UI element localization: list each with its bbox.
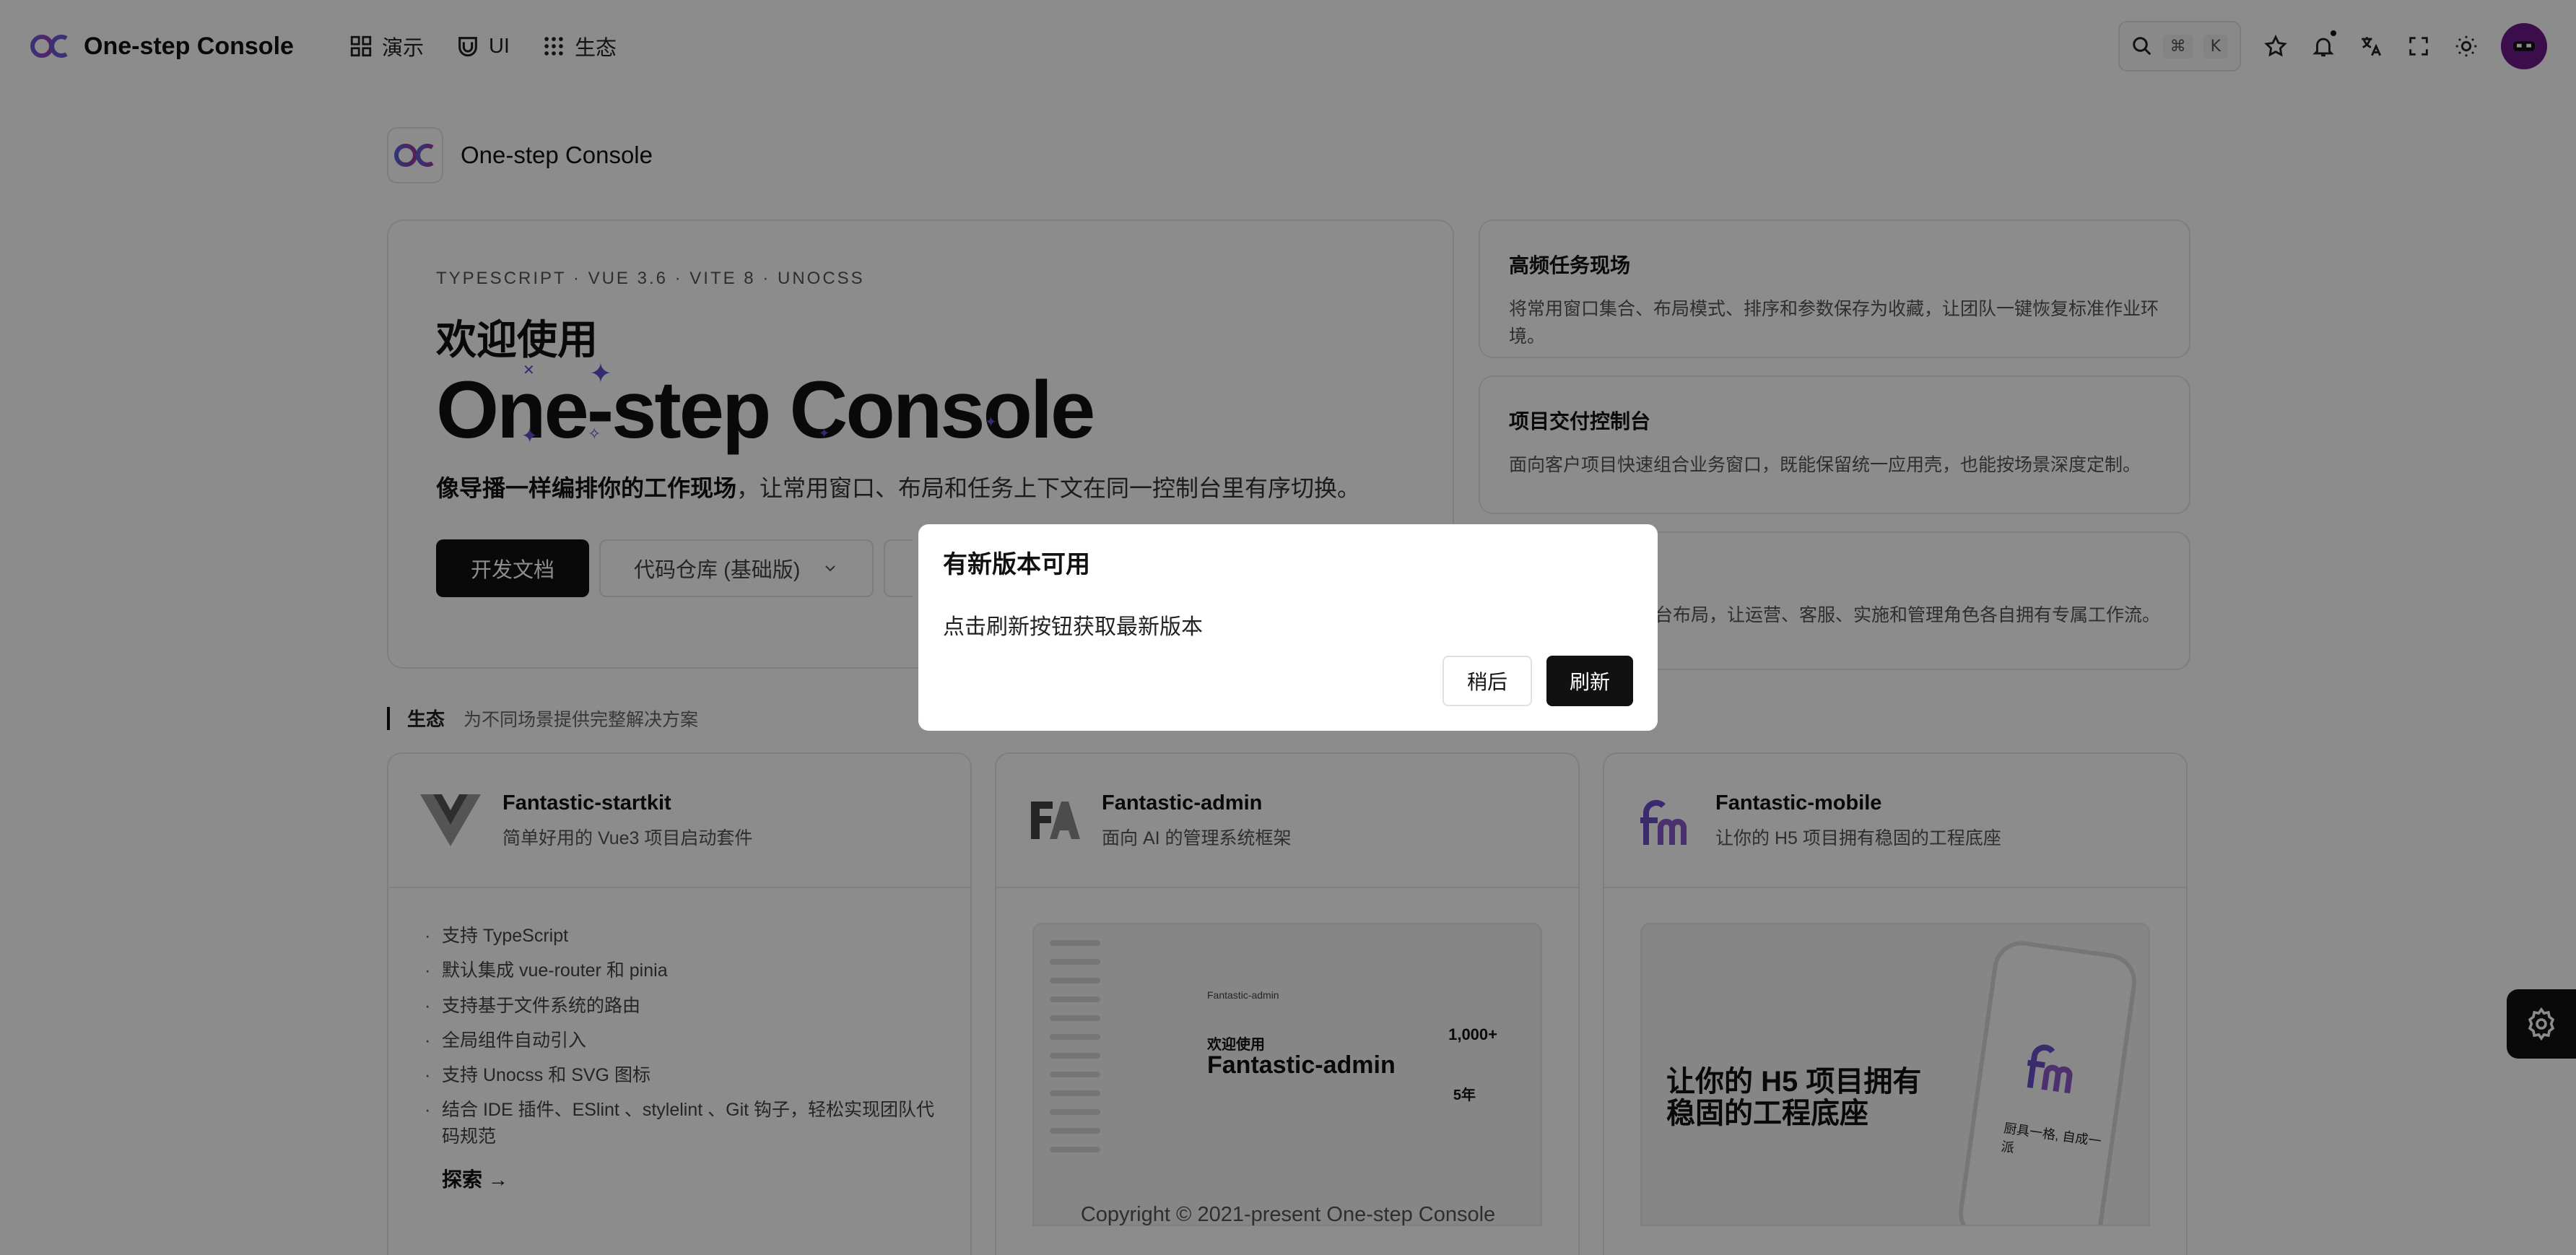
refresh-button[interactable]: 刷新 [1546, 656, 1633, 706]
dialog-actions: 稍后 刷新 [1442, 656, 1633, 706]
later-button[interactable]: 稍后 [1442, 656, 1532, 706]
dialog-body: 点击刷新按钮获取最新版本 [943, 615, 1203, 639]
update-dialog: 有新版本可用 点击刷新按钮获取最新版本 稍后 刷新 [918, 524, 1658, 731]
dialog-title: 有新版本可用 [943, 551, 1090, 578]
